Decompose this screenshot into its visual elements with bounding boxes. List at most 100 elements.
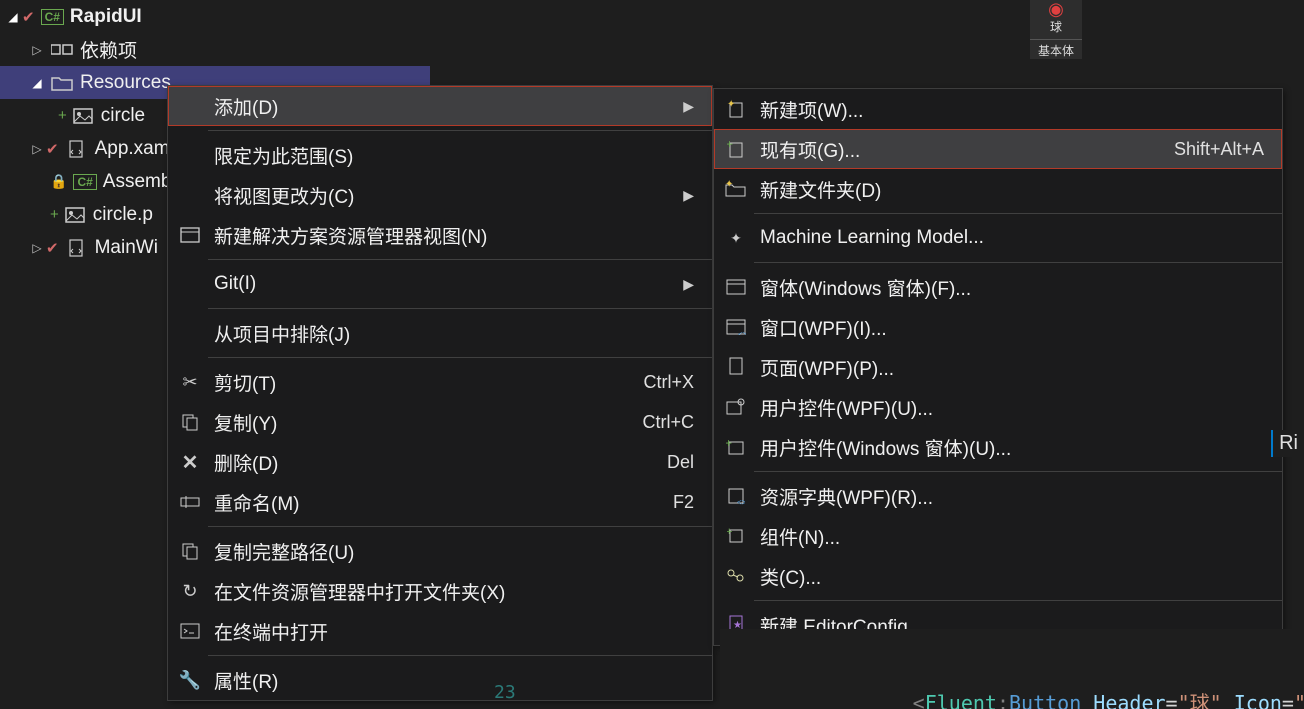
sphere-label: 球 (1030, 18, 1082, 35)
winform-icon (724, 275, 748, 299)
delete-icon: ✕ (178, 450, 202, 474)
menu-separator (754, 471, 1282, 472)
svg-text:<>: <> (737, 498, 745, 505)
new-item-icon: ✦ (724, 97, 748, 121)
mainwin-label: MainWi (95, 237, 158, 259)
xaml-icon (65, 238, 89, 258)
image-icon (71, 106, 95, 126)
menu-open-explorer[interactable]: ↻ 在文件资源管理器中打开文件夹(X) (168, 571, 712, 611)
submenu-wf-usercontrol[interactable]: + 用户控件(Windows 窗体)(U)... (714, 427, 1282, 467)
blank-icon (178, 94, 202, 118)
component-icon: + (724, 524, 748, 548)
menu-add[interactable]: 添加(D) ▶ (168, 86, 712, 126)
rename-icon (178, 490, 202, 514)
wpf-window-icon: <> (724, 315, 748, 339)
code-editor[interactable]: <Fluent:Button Header="球" Icon="/F </Flu… (720, 629, 1304, 709)
menu-copy[interactable]: 复制(Y) Ctrl+C (168, 402, 712, 442)
page-icon (724, 355, 748, 379)
menu-separator (754, 600, 1282, 601)
folder-icon (50, 73, 74, 93)
menu-delete[interactable]: ✕ 删除(D) Del (168, 442, 712, 482)
image-icon (63, 205, 87, 225)
new-folder-icon: ✦ (724, 177, 748, 201)
svg-text:✦: ✦ (725, 180, 733, 190)
submenu-class[interactable]: 类(C)... (714, 556, 1282, 596)
submenu-component[interactable]: + 组件(N)... (714, 516, 1282, 556)
submenu-wpf-usercontrol[interactable]: 用户控件(WPF)(U)... (714, 387, 1282, 427)
menu-exclude[interactable]: 从项目中排除(J) (168, 313, 712, 353)
submenu-new-item[interactable]: ✦ 新建项(W)... (714, 89, 1282, 129)
menu-properties[interactable]: 🔧 属性(R) (168, 660, 712, 700)
context-menu-primary: 添加(D) ▶ 限定为此范围(S) 将视图更改为(C) ▶ 新建解决方案资源管理… (167, 85, 713, 701)
menu-separator (754, 262, 1282, 263)
lock-icon: 🔒 (50, 173, 67, 190)
svg-text:<>: <> (738, 330, 746, 335)
menu-new-view[interactable]: 新建解决方案资源管理器视图(N) (168, 215, 712, 255)
plus-icon: + (50, 206, 59, 223)
resources-label: Resources (80, 72, 171, 94)
primitive-panel: ◉ 球 基本体 (1030, 0, 1082, 59)
menu-separator (208, 655, 712, 656)
menu-separator (754, 213, 1282, 214)
circle1-label: circle (101, 105, 145, 127)
menu-scope[interactable]: 限定为此范围(S) (168, 135, 712, 175)
submenu-existing-item[interactable]: + 现有项(G)... Shift+Alt+A (714, 129, 1282, 169)
xaml-icon (65, 139, 89, 159)
usercontrol-icon (724, 395, 748, 419)
menu-separator (208, 357, 712, 358)
menu-cut[interactable]: ✂ 剪切(T) Ctrl+X (168, 362, 712, 402)
deps-label: 依赖项 (80, 36, 137, 63)
project-label: RapidUI (70, 6, 142, 28)
chevron-icon (30, 43, 44, 57)
svg-text:+: + (727, 527, 732, 538)
tree-deps-row[interactable]: 依赖项 (0, 33, 430, 66)
context-menu-add-submenu: ✦ 新建项(W)... + 现有项(G)... Shift+Alt+A ✦ 新建… (713, 88, 1283, 646)
menu-separator (208, 526, 712, 527)
svg-text:+: + (726, 438, 732, 450)
window-icon (178, 223, 202, 247)
copy-icon (178, 410, 202, 434)
right-panel-cutoff: Ri (1271, 430, 1304, 457)
open-external-icon: ↻ (178, 579, 202, 603)
tree-project-row[interactable]: ✔ C# RapidUI (0, 0, 430, 33)
wrench-icon: 🔧 (178, 668, 202, 692)
usercontrol-wf-icon: + (724, 435, 748, 459)
check-icon: ✔ (22, 8, 35, 26)
chevron-icon (30, 241, 44, 255)
resource-dict-icon: <> (724, 484, 748, 508)
menu-separator (208, 308, 712, 309)
menu-separator (208, 259, 712, 260)
menu-change-view[interactable]: 将视图更改为(C) ▶ (168, 175, 712, 215)
menu-copy-path[interactable]: 复制完整路径(U) (168, 531, 712, 571)
plus-icon: + (58, 107, 67, 124)
circle2-label: circle.p (93, 204, 153, 226)
submenu-wpf-page[interactable]: 页面(WPF)(P)... (714, 347, 1282, 387)
csharp-icon: C# (73, 174, 96, 190)
submenu-arrow-icon: ▶ (683, 98, 694, 115)
dependencies-icon (50, 40, 74, 60)
submenu-wpf-window[interactable]: <> 窗口(WPF)(I)... (714, 307, 1282, 347)
terminal-icon (178, 619, 202, 643)
sphere-icon[interactable]: ◉ (1030, 0, 1082, 18)
check-icon: ✔ (46, 140, 59, 158)
submenu-winform[interactable]: 窗体(Windows 窗体)(F)... (714, 267, 1282, 307)
menu-open-terminal[interactable]: 在终端中打开 (168, 611, 712, 651)
submenu-arrow-icon: ▶ (683, 276, 694, 293)
svg-text:✦: ✦ (727, 99, 735, 110)
ml-icon: ✦ (724, 226, 748, 250)
submenu-new-folder[interactable]: ✦ 新建文件夹(D) (714, 169, 1282, 209)
svg-text:+: + (727, 139, 733, 151)
menu-rename[interactable]: 重命名(M) F2 (168, 482, 712, 522)
chevron-icon (6, 10, 20, 24)
menu-git[interactable]: Git(I) ▶ (168, 264, 712, 304)
csharp-icon: C# (41, 9, 64, 25)
line-number: 23 (494, 682, 516, 703)
submenu-resource-dict[interactable]: <> 资源字典(WPF)(R)... (714, 476, 1282, 516)
submenu-ml-model[interactable]: ✦ Machine Learning Model... (714, 218, 1282, 258)
menu-separator (208, 130, 712, 131)
primitive-group-label: 基本体 (1030, 39, 1082, 59)
chevron-icon (30, 142, 44, 156)
cut-icon: ✂ (178, 370, 202, 394)
chevron-icon (30, 76, 44, 90)
assembly-label: Assemb (103, 171, 172, 193)
